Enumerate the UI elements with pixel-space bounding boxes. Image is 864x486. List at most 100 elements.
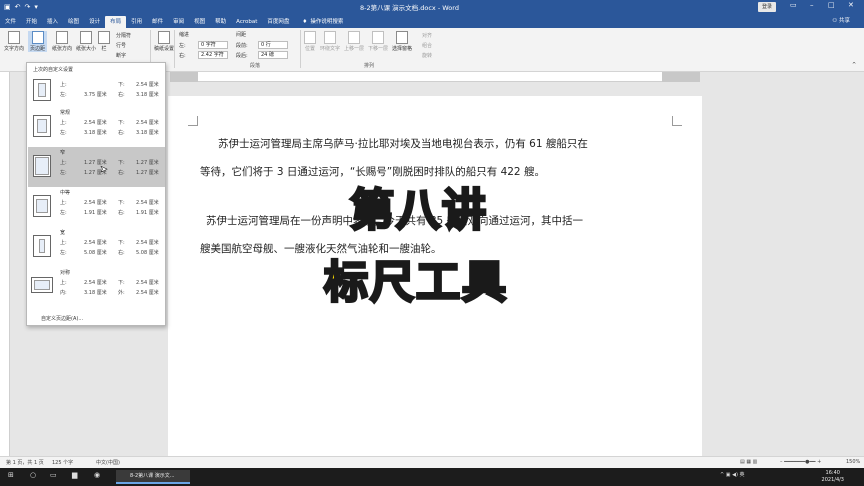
margin-option-last-custom[interactable]: 上: 下: 2.54 厘米 左: 3.75 厘米 右: 3.18 厘米 [28, 71, 165, 111]
margin-option-mirrored[interactable]: 对称 上: 2.54 厘米 下: 2.54 厘米 内: 3.18 厘米 外: 2… [28, 267, 165, 307]
margin-preview-icon [31, 277, 53, 293]
ruler-left-margin [170, 72, 198, 82]
selection-pane-button[interactable]: 选择窗格 [392, 31, 412, 52]
task-view-icon[interactable]: ▭ [50, 471, 57, 479]
margins-button[interactable]: 页边距 [28, 31, 48, 52]
zoom-slider[interactable]: – ━━━━━━━●━━ + [780, 459, 821, 465]
margins-icon [31, 31, 44, 44]
text-direction-button[interactable]: 文字方向 [4, 31, 24, 52]
margin-preview-icon [33, 79, 51, 101]
size-button[interactable]: 纸张大小 [76, 31, 96, 52]
tab-acrobat[interactable]: Acrobat [231, 16, 262, 28]
document-page[interactable]: 苏伊士运河管理局主席乌萨马·拉比耶对埃及当地电视台表示，仍有 61 艘船只在 等… [168, 96, 702, 456]
spacing-before-label: 段前: [236, 43, 248, 49]
bring-forward-icon [348, 31, 360, 44]
vertical-ruler[interactable] [0, 72, 10, 456]
share-button[interactable]: ⚇ 共享 [832, 16, 850, 24]
maximize-icon[interactable]: □ [828, 1, 835, 9]
margin-option-moderate[interactable]: 中等 上: 2.54 厘米 下: 2.54 厘米 左: 1.91 厘米 右: 1… [28, 187, 165, 227]
spacing-label: 间距 [236, 32, 247, 38]
lightbulb-icon: ♦ [302, 19, 308, 25]
arrange-group-label: 排列 [364, 63, 375, 69]
windows-start-icon[interactable]: ⊞ [8, 471, 14, 479]
orientation-button[interactable]: 纸张方向 [52, 31, 72, 52]
spacing-before-input[interactable]: 0 行 [258, 41, 288, 49]
size-icon [80, 31, 92, 44]
position-button[interactable]: 位置 [304, 31, 316, 52]
tab-insert[interactable]: 插入 [42, 16, 63, 28]
tab-view[interactable]: 视图 [189, 16, 210, 28]
tab-file[interactable]: 文件 [0, 16, 21, 28]
redo-icon[interactable]: ↷ [25, 3, 31, 11]
clock[interactable]: 16:40 2021/4/3 [822, 470, 844, 484]
tab-review[interactable]: 审阅 [168, 16, 189, 28]
tab-baidu[interactable]: 百度网盘 [262, 16, 294, 28]
status-bar: 第 1 页，共 1 页 125 个字 中文(中国) ▤ ▦ ▥ – ━━━━━━… [0, 456, 864, 468]
word-count[interactable]: 125 个字 [52, 459, 73, 466]
text-direction-icon [8, 31, 20, 44]
margin-preview-icon [33, 155, 51, 177]
wrap-text-button[interactable]: 环绕文字 [320, 31, 340, 52]
view-mode-icon[interactable]: ▤ ▦ ▥ [740, 459, 757, 465]
language[interactable]: 中文(中国) [96, 459, 120, 466]
tab-draw[interactable]: 绘图 [63, 16, 84, 28]
indent-left-label: 左: [179, 43, 186, 49]
collapse-ribbon-icon[interactable]: ^ [852, 62, 856, 68]
ribbon-display-icon[interactable]: ▭ [790, 1, 797, 9]
minimize-icon[interactable]: – [810, 1, 814, 9]
margin-option-wide[interactable]: 宽 上: 2.54 厘米 下: 2.54 厘米 左: 5.08 厘米 右: 5.… [28, 227, 165, 267]
tab-design[interactable]: 设计 [84, 16, 105, 28]
send-backward-button[interactable]: 下移一层 [368, 31, 388, 52]
margin-option-normal[interactable]: 常规 上: 2.54 厘米 下: 2.54 厘米 左: 3.18 厘米 右: 3… [28, 107, 165, 147]
ribbon-separator [300, 30, 301, 68]
line-numbers-button[interactable]: 行号 [116, 42, 126, 49]
close-icon[interactable]: ✕ [848, 1, 854, 9]
manuscript-button[interactable]: 稿纸设置 [154, 31, 174, 52]
search-icon[interactable]: ○ [30, 471, 36, 479]
word-taskbar-button[interactable]: 8-2第八课 演示文... [116, 470, 190, 484]
tab-home[interactable]: 开始 [21, 16, 42, 28]
indent-left-input[interactable]: 0 字符 [198, 41, 228, 49]
save-icon[interactable]: ▣ [4, 3, 11, 11]
rotate-button[interactable]: 旋转 [422, 52, 432, 59]
custom-margins-button[interactable]: 自定义页边距(A)... [41, 315, 83, 322]
tab-layout[interactable]: 布局 [105, 16, 127, 28]
system-tray-icon[interactable]: ^ ▣ ◀) 英 [720, 471, 744, 478]
overlay-title: 第八讲 [349, 184, 488, 238]
columns-button[interactable]: 栏 [98, 31, 110, 52]
mouse-cursor-icon: ➤ [100, 165, 108, 176]
hyphenation-button[interactable]: 断字 [116, 52, 126, 59]
page-count[interactable]: 第 1 页，共 1 页 [6, 459, 44, 466]
breaks-button[interactable]: 分隔符 [116, 32, 131, 39]
margin-preview-icon [33, 115, 51, 137]
position-icon [304, 31, 316, 44]
group-button[interactable]: 组合 [422, 42, 432, 49]
crop-mark [188, 116, 198, 126]
margin-option-narrow[interactable]: 窄 上: 1.27 厘米 下: 1.27 厘米 左: 1.27 厘米 右: 1.… [28, 147, 165, 187]
spacing-after-input[interactable]: 24 磅 [258, 51, 288, 59]
zoom-level[interactable]: 150% [846, 459, 860, 465]
manuscript-icon [158, 31, 170, 44]
horizontal-ruler[interactable] [170, 72, 700, 82]
orientation-icon [56, 31, 68, 44]
align-button[interactable]: 对齐 [422, 32, 432, 39]
title-bar: ▣ ↶ ↷ ▾ 8-2第八课 演示文档.docx - Word 登录 ▭ – □… [0, 0, 864, 14]
margins-dropdown: 上次的自定义设置 上: 下: 2.54 厘米 左: 3.75 厘米 右: 3.1… [26, 62, 166, 326]
tell-me-box[interactable]: 操作说明搜索 [310, 16, 343, 28]
bring-forward-button[interactable]: 上移一层 [344, 31, 364, 52]
file-explorer-icon[interactable]: ▆ [72, 471, 77, 479]
customize-icon[interactable]: ▾ [34, 3, 38, 11]
margin-preview-icon [33, 195, 51, 217]
tab-mailings[interactable]: 邮件 [147, 16, 168, 28]
overlay-subtitle: 标尺工具 [323, 256, 508, 310]
tab-references[interactable]: 引用 [126, 16, 147, 28]
app-icon[interactable]: ◉ [94, 471, 100, 479]
tab-help[interactable]: 帮助 [210, 16, 231, 28]
window-title: 8-2第八课 演示文档.docx - Word [360, 4, 459, 12]
crop-mark [672, 116, 682, 126]
indent-label: 缩进 [179, 32, 190, 38]
indent-right-input[interactable]: 2.42 字符 [198, 51, 228, 59]
wrap-text-icon [324, 31, 336, 44]
undo-icon[interactable]: ↶ [15, 3, 21, 11]
login-button[interactable]: 登录 [758, 2, 776, 12]
